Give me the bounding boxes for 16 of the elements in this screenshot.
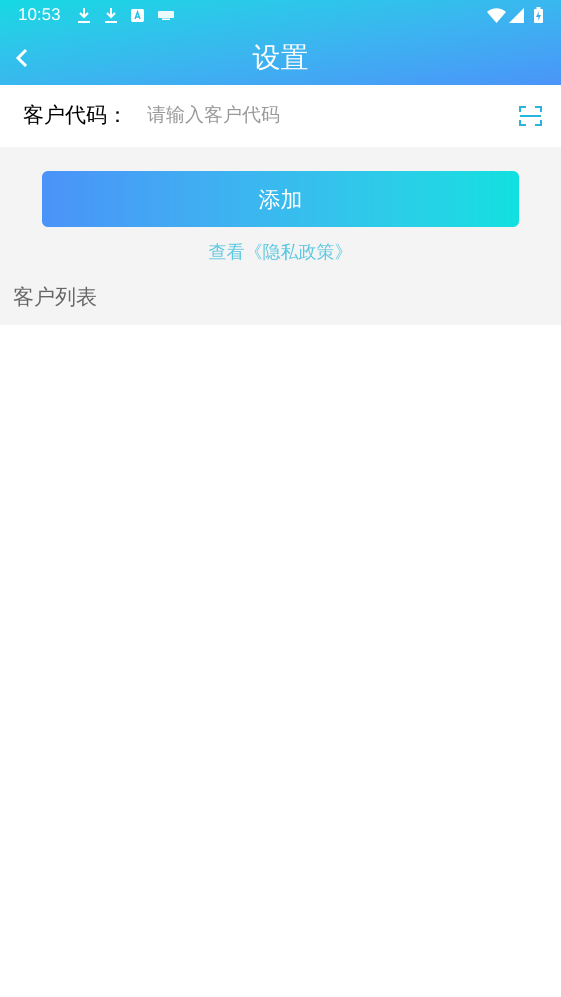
scan-icon[interactable] [519, 105, 542, 127]
app-icon [130, 8, 144, 22]
section-title: 客户列表 [13, 285, 97, 311]
wifi-icon [487, 8, 506, 22]
status-time: 10:53 [18, 4, 61, 26]
back-icon[interactable] [16, 48, 28, 68]
input-field[interactable]: 请输入客户代码 [147, 102, 511, 130]
keyboard-icon [158, 10, 174, 20]
download-icon [76, 7, 91, 23]
privacy-policy-link[interactable]: 查看《隐私政策》 [208, 239, 352, 266]
page-title: 设置 [252, 40, 308, 74]
battery-icon [534, 7, 543, 23]
signal-icon [509, 8, 524, 22]
download-icon [104, 7, 118, 23]
field-label: 客户代码： [23, 103, 129, 130]
add-button[interactable]: 添加 [42, 171, 519, 227]
